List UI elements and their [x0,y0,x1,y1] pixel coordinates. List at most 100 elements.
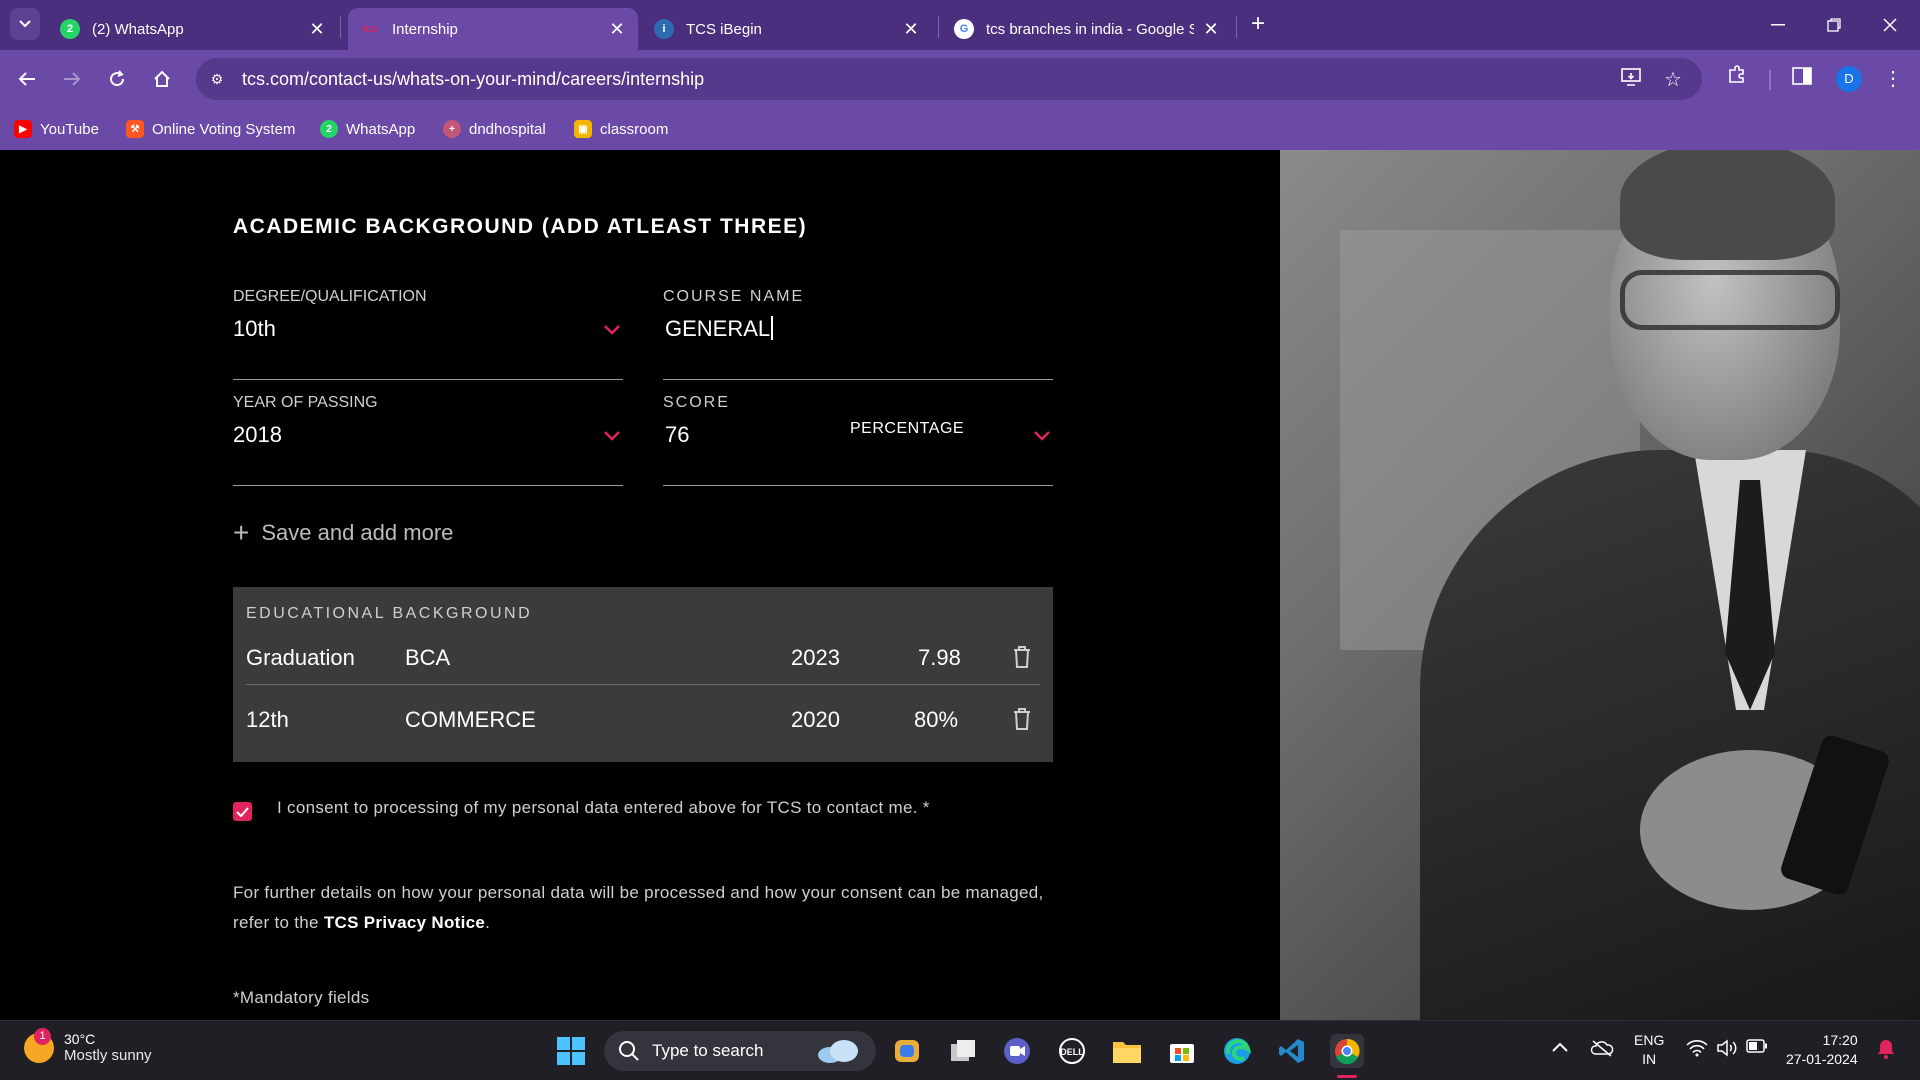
notifications-button[interactable] [1876,1038,1896,1064]
table-row: 12th COMMERCE 2020 80% [246,687,1040,747]
tab-whatsapp[interactable]: 2 (2) WhatsApp ✕ [48,8,338,50]
bookmark-whatsapp[interactable]: 2 WhatsApp [320,117,415,141]
notification-badge: 1 [34,1027,51,1045]
trash-icon[interactable] [1012,645,1032,669]
score-unit-select[interactable]: PERCENTAGE [850,420,964,438]
copilot-icon [895,1040,919,1062]
checkmark-icon [236,806,249,817]
battery-status[interactable] [1746,1039,1768,1057]
teams-app[interactable] [1000,1034,1034,1068]
row-score: 80% [914,707,959,732]
academic-form: ACADEMIC BACKGROUND (ADD ATLEAST THREE) … [233,150,1053,1020]
weather-temp: 30°C [64,1031,96,1047]
start-button[interactable] [554,1034,588,1068]
course-name-input[interactable]: COURSE NAME GENERAL [663,288,1053,380]
degree-value: 10th [233,316,276,341]
new-tab-button[interactable]: + [1244,8,1272,40]
onedrive-tray[interactable] [1590,1039,1614,1061]
degree-select[interactable]: DEGREE/QUALIFICATION 10th [233,288,623,380]
row-year: 2023 [791,645,840,670]
year-select[interactable]: YEAR OF PASSING 2018 [233,394,623,486]
more-menu-icon[interactable]: ⋮ [1878,64,1908,94]
address-bar[interactable]: ⚙ tcs.com/contact-us/whats-on-your-mind/… [196,58,1702,100]
educational-background-table: EDUCATIONAL BACKGROUND Graduation BCA 20… [233,587,1053,762]
back-arrow-icon [18,72,35,86]
bookmark-online-voting[interactable]: ⚒ Online Voting System [126,117,295,141]
chevron-up-icon [1552,1042,1568,1052]
dell-app[interactable]: DELL [1055,1034,1089,1068]
url-text[interactable]: tcs.com/contact-us/whats-on-your-mind/ca… [242,69,704,90]
forward-button[interactable] [55,62,89,96]
tab-internship[interactable]: tcs Internship ✕ [348,8,638,50]
edge-app[interactable] [1220,1034,1254,1068]
save-and-add-more-button[interactable]: + Save and add more [233,517,453,549]
microsoft-store-app[interactable] [1165,1034,1199,1068]
home-button[interactable] [145,62,179,96]
taskbar-search[interactable]: Type to search [604,1031,876,1071]
tcs-icon: tcs [360,19,380,39]
row-course: BCA [405,645,451,670]
close-tab-icon[interactable]: ✕ [308,19,326,40]
row-degree: 12th [246,707,289,732]
plus-icon: + [233,517,250,548]
bookmark-classroom[interactable]: ▣ classroom [574,117,668,141]
browser-toolbar: ⚙ tcs.com/contact-us/whats-on-your-mind/… [0,50,1920,108]
weather-widget[interactable]: 1 30°C Mostly sunny [24,1027,152,1064]
bell-icon [1878,1040,1894,1059]
clock[interactable]: 17:20 27-01-2024 [1786,1031,1858,1069]
volume-control[interactable] [1716,1039,1738,1061]
store-icon [1170,1044,1194,1063]
ibegin-icon: i [654,19,674,39]
privacy-notice-link[interactable]: TCS Privacy Notice [324,913,485,932]
tab-search-button[interactable] [10,8,40,40]
consent-text: I consent to processing of my personal d… [277,798,930,817]
copilot-app[interactable] [890,1034,924,1068]
consent-checkbox[interactable] [233,802,252,821]
extensions-icon[interactable] [1722,64,1752,94]
meet-icon [1004,1038,1030,1064]
reload-button[interactable] [100,62,134,96]
site-settings-icon[interactable]: ⚙ [206,68,228,90]
chevron-down-icon[interactable] [1031,424,1053,446]
hero-photo [1280,150,1920,1020]
vscode-app[interactable] [1275,1034,1309,1068]
network-status[interactable] [1686,1039,1708,1061]
chrome-app[interactable] [1330,1034,1364,1068]
chevron-down-icon[interactable] [601,424,623,446]
close-window-button[interactable] [1862,0,1918,50]
file-explorer-app[interactable] [1110,1034,1144,1068]
bookmark-dndhospital[interactable]: + dndhospital [443,117,546,141]
score-label: SCORE [663,394,730,411]
close-tab-icon[interactable]: ✕ [608,19,626,40]
weather-desc: Mostly sunny [64,1047,152,1064]
close-tab-icon[interactable]: ✕ [1202,19,1220,40]
degree-label: DEGREE/QUALIFICATION [233,288,427,305]
profile-avatar[interactable]: D [1836,66,1862,92]
side-panel-icon[interactable] [1787,64,1817,94]
course-value: GENERAL [665,316,771,341]
task-view-icon [951,1040,975,1061]
chrome-icon [1335,1038,1360,1065]
minimize-button[interactable] [1750,0,1806,50]
windows-icon [557,1037,585,1065]
mandatory-note: *Mandatory fields [233,988,370,1007]
chevron-down-icon[interactable] [601,318,623,340]
install-app-icon[interactable] [1618,67,1644,93]
show-hidden-icons[interactable] [1552,1039,1568,1056]
score-field[interactable]: SCORE 76 PERCENTAGE [663,394,1053,486]
bookmark-youtube[interactable]: ▶ YouTube [14,117,99,141]
close-tab-icon[interactable]: ✕ [902,19,920,40]
restore-icon [1827,18,1841,32]
trash-icon[interactable] [1012,707,1032,731]
tab-tcs-ibegin[interactable]: i TCS iBegin ✕ [642,8,932,50]
input-language[interactable]: ENG IN [1634,1031,1664,1069]
wifi-icon [1686,1040,1708,1057]
back-button[interactable] [10,62,44,96]
restore-button[interactable] [1806,0,1862,50]
task-view-app[interactable] [946,1034,980,1068]
bookmark-star-icon[interactable]: ☆ [1660,67,1686,93]
close-icon [1883,18,1897,32]
whatsapp-icon: 2 [60,19,80,39]
score-value[interactable]: 76 [665,422,689,448]
tab-google-search[interactable]: G tcs branches in india - Google S ✕ [942,8,1232,50]
